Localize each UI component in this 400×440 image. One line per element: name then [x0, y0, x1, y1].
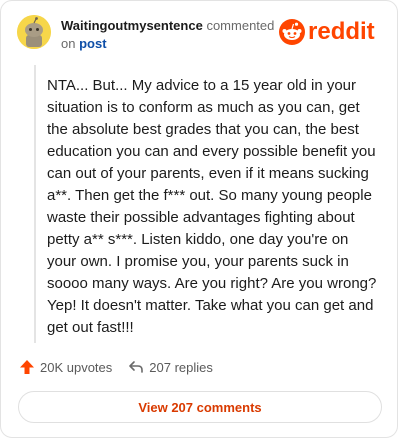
post-link[interactable]: post: [79, 36, 106, 51]
reply-count: 207 replies: [149, 359, 213, 375]
avatar-snoo-icon: [17, 15, 51, 49]
username-link[interactable]: Waitingoutmysentence: [61, 18, 203, 33]
reddit-snoo-icon: [279, 19, 305, 45]
comment-body: NTA... But... My advice to a 15 year old…: [47, 77, 377, 336]
comment-card: Waitingoutmysentence commented on post r…: [0, 0, 398, 438]
reddit-wordmark: reddit: [308, 18, 375, 45]
upvote-arrow-icon: [20, 360, 34, 374]
commented-text: commented: [206, 18, 275, 33]
reply-button[interactable]: 207 replies: [128, 359, 213, 375]
view-comments-button[interactable]: View 207 comments: [18, 391, 382, 423]
reply-arrow-icon: [129, 361, 144, 373]
thread-line[interactable]: [34, 65, 36, 343]
upvote-button[interactable]: 20K upvotes: [19, 359, 112, 375]
user-avatar[interactable]: [17, 15, 51, 49]
comment-meta: Waitingoutmysentence commented on post: [61, 17, 281, 53]
on-text: on: [61, 36, 76, 51]
upvote-count: 20K upvotes: [40, 359, 113, 375]
reddit-logo[interactable]: reddit: [279, 19, 375, 45]
comment-actions: 20K upvotes 207 replies: [19, 359, 213, 375]
